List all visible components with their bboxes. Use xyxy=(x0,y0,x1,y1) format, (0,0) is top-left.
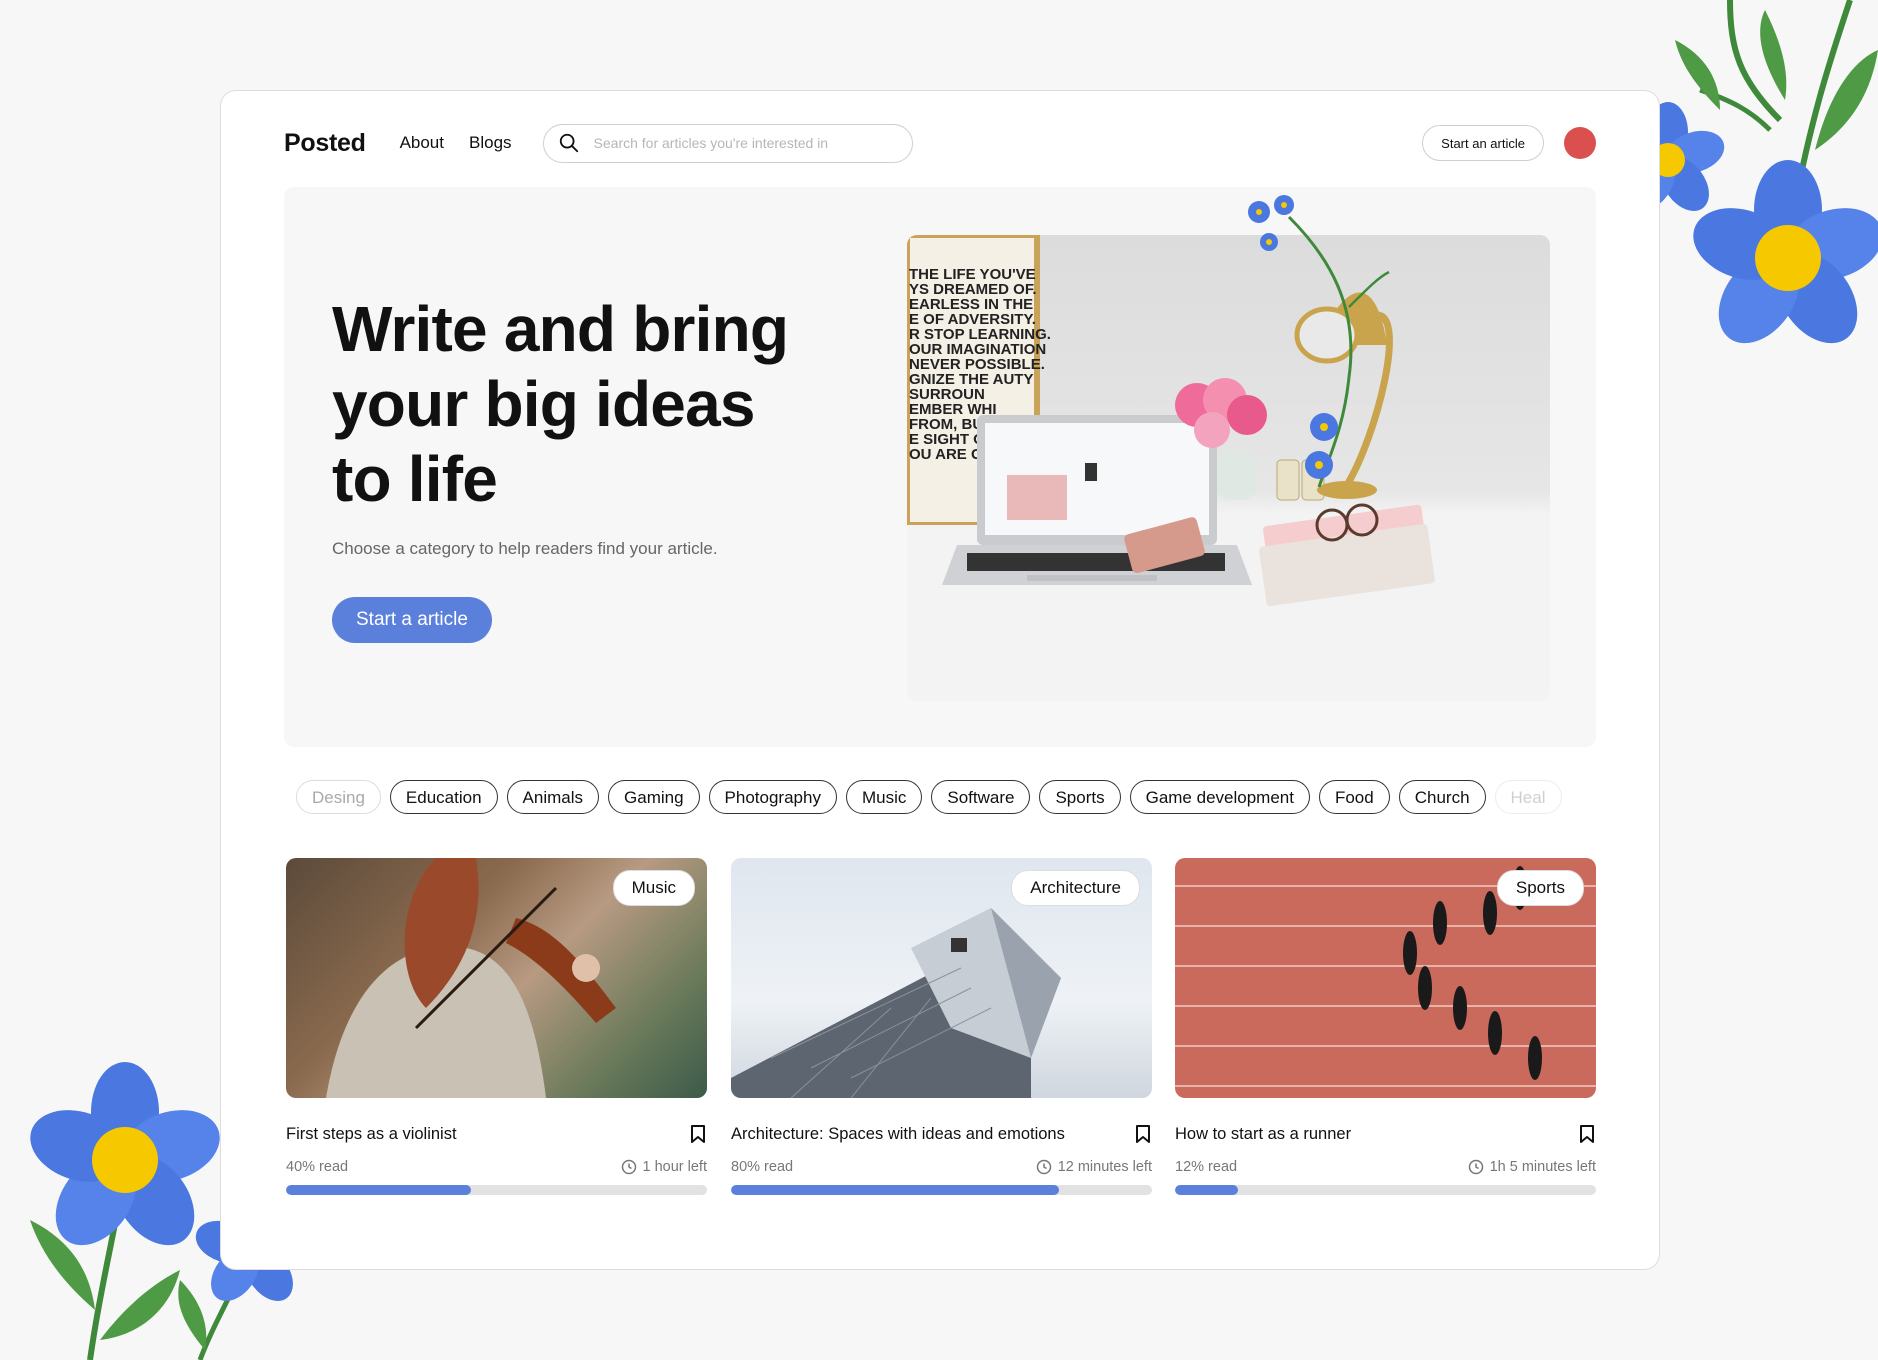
article-card[interactable]: Architecture Architecture: Spaces with i… xyxy=(731,858,1152,1195)
reading-progress-bar xyxy=(1175,1185,1596,1195)
read-percentage: 40% read xyxy=(286,1159,349,1175)
desk-illustration: THE LIFE YOU'VEYS DREAMED OF.EARLESS IN … xyxy=(907,235,1550,701)
hero-title: Write and bring your big ideas to life xyxy=(332,293,789,515)
hero-subtitle: Choose a category to help readers find y… xyxy=(332,539,718,558)
card-image-architecture[interactable]: Architecture xyxy=(731,858,1152,1098)
progress-fill xyxy=(731,1185,1060,1195)
card-title[interactable]: First steps as a violinist xyxy=(286,1125,689,1144)
chip-desing[interactable]: Desing xyxy=(296,780,381,814)
clock-icon xyxy=(621,1159,636,1175)
reading-progress-bar xyxy=(731,1185,1152,1195)
search-bar[interactable] xyxy=(542,123,913,163)
chip-photography[interactable]: Photography xyxy=(708,780,837,814)
chip-sports[interactable]: Sports xyxy=(1039,780,1121,814)
start-article-nav-button[interactable]: Start an article xyxy=(1422,125,1544,161)
chip-animals[interactable]: Animals xyxy=(506,780,600,814)
time-left: 12 minutes left xyxy=(1057,1159,1152,1175)
progress-fill xyxy=(1175,1185,1239,1195)
nav-link-blogs[interactable]: Blogs xyxy=(469,133,512,153)
clock-icon xyxy=(1468,1159,1483,1175)
time-left: 1h 5 minutes left xyxy=(1489,1159,1596,1175)
search-input[interactable] xyxy=(591,134,912,152)
chip-food[interactable]: Food xyxy=(1318,780,1390,814)
clock-icon xyxy=(1036,1159,1051,1175)
start-article-cta-button[interactable]: Start a article xyxy=(332,597,492,643)
logo[interactable]: Posted xyxy=(284,129,366,158)
reading-progress-bar xyxy=(286,1185,707,1195)
chip-game-development[interactable]: Game development xyxy=(1129,780,1310,814)
article-card[interactable]: Music First steps as a violinist 40% rea… xyxy=(286,858,707,1195)
read-percentage: 12% read xyxy=(1175,1159,1238,1175)
chip-health[interactable]: Heal xyxy=(1494,780,1562,814)
category-chips: Desing Education Animals Gaming Photography M… xyxy=(296,780,1592,818)
progress-fill xyxy=(286,1185,472,1195)
app-window: Posted About Blogs Start an article Writ… xyxy=(220,90,1660,1270)
bookmark-icon[interactable] xyxy=(689,1124,707,1144)
chip-education[interactable]: Education xyxy=(389,780,498,814)
card-image-violinist[interactable]: Music xyxy=(286,858,707,1098)
card-title[interactable]: Architecture: Spaces with ideas and emot… xyxy=(731,1125,1134,1144)
nav-link-about[interactable]: About xyxy=(400,133,444,153)
card-tag: Architecture xyxy=(1011,870,1140,906)
chip-church[interactable]: Church xyxy=(1398,780,1486,814)
read-percentage: 80% read xyxy=(731,1159,794,1175)
card-tag: Music xyxy=(612,870,695,906)
chip-software[interactable]: Software xyxy=(931,780,1031,814)
bookmark-icon[interactable] xyxy=(1134,1124,1152,1144)
chip-gaming[interactable]: Gaming xyxy=(608,780,700,814)
top-nav: Posted About Blogs Start an article xyxy=(284,121,1596,165)
hero-desk-image: THE LIFE YOU'VE YS DREAMED OF. EARLESS IN … xyxy=(907,235,1550,701)
card-image-runners[interactable]: Sports xyxy=(1175,858,1596,1098)
time-left: 1 hour left xyxy=(642,1159,708,1175)
article-card[interactable]: Sports How to start as a runner 12% read… xyxy=(1175,858,1596,1195)
card-title[interactable]: How to start as a runner xyxy=(1175,1125,1578,1144)
bookmark-icon[interactable] xyxy=(1578,1124,1596,1144)
hero-section: Write and bring your big ideas to life C… xyxy=(284,187,1596,747)
search-icon xyxy=(559,133,578,153)
card-tag: Sports xyxy=(1496,870,1584,906)
avatar[interactable] xyxy=(1564,127,1596,159)
chip-music[interactable]: Music xyxy=(845,780,923,814)
